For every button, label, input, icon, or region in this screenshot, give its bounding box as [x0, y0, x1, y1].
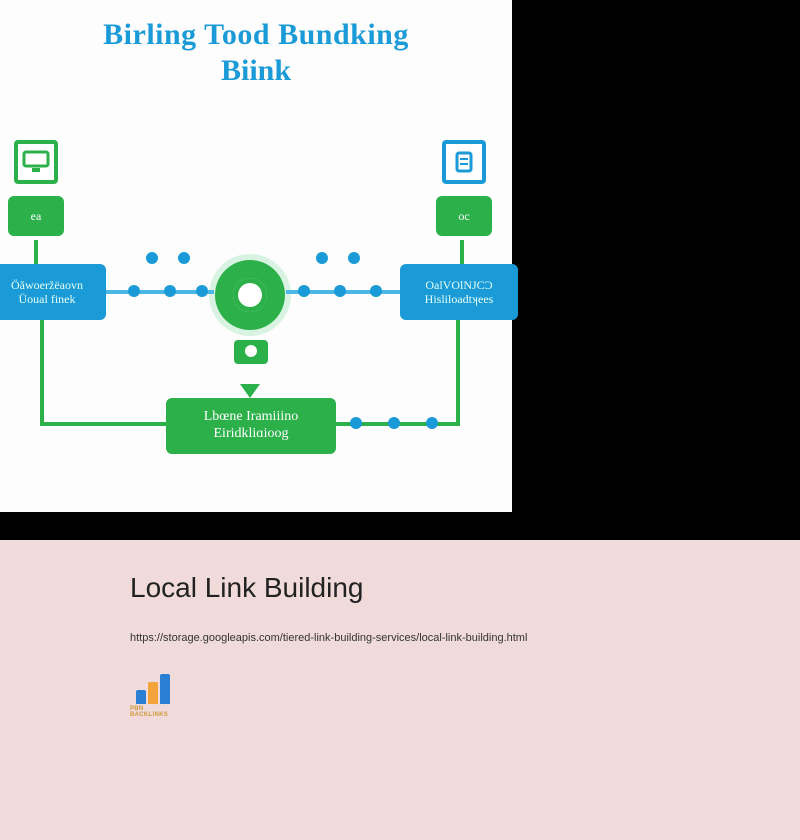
- page-title: Local Link Building: [130, 572, 800, 604]
- title-line-1: Birling Tood Bundking: [0, 18, 512, 52]
- connector: [40, 422, 166, 426]
- left-green-badge: ea: [8, 196, 64, 236]
- connector: [456, 320, 460, 424]
- gear-inner: [233, 278, 267, 312]
- left-box-line1: Öǎwoeržëaovn: [11, 278, 83, 292]
- connector: [460, 240, 464, 264]
- arrow-down-icon: [240, 384, 260, 398]
- content-panel: Local Link Building https://storage.goog…: [0, 540, 800, 840]
- gear-icon: [215, 260, 285, 330]
- logo-bar: [160, 674, 170, 704]
- bottom-green-box: Lbœne Iramiiino Eiridkliɑioog: [166, 398, 336, 454]
- screen-glyph: [22, 150, 50, 174]
- connector-dot: [370, 285, 382, 297]
- page-url: https://storage.googleapis.com/tiered-li…: [130, 632, 800, 644]
- connector-dot: [334, 285, 346, 297]
- upper-region: Birling Tood Bundking Biink ea Öǎwoeržëa…: [0, 0, 800, 540]
- camera-icon: [234, 340, 268, 364]
- right-green-badge: oc: [436, 196, 492, 236]
- bottom-box-line2: Eiridkliɑioog: [214, 426, 289, 443]
- logo-bar: [136, 690, 146, 704]
- connector-dot: [350, 417, 362, 429]
- infographic-title: Birling Tood Bundking Biink: [0, 0, 512, 88]
- connector-dot: [298, 285, 310, 297]
- infographic-image: Birling Tood Bundking Biink ea Öǎwoeržëa…: [0, 0, 512, 512]
- right-box-line1: OalVOlNJCƆ: [425, 278, 492, 292]
- connector-dot: [178, 252, 190, 264]
- connector-dot: [128, 285, 140, 297]
- connector-dot: [316, 252, 328, 264]
- left-badge-text: ea: [31, 209, 42, 223]
- left-box-line2: Üoual finek: [19, 292, 76, 306]
- diagram: ea Öǎwoeržëaovn Üoual finek oc OalVOlNJC…: [0, 140, 512, 490]
- logo-bar: [148, 682, 158, 704]
- connector-dot: [426, 417, 438, 429]
- connector: [34, 240, 38, 264]
- connector-dot: [146, 252, 158, 264]
- bottom-box-line1: Lbœne Iramiiino: [204, 409, 298, 426]
- connector-dot: [196, 285, 208, 297]
- logo-text: PBN BACKLINKS: [130, 706, 178, 718]
- right-badge-text: oc: [458, 209, 469, 223]
- title-line-2: Biink: [0, 54, 512, 88]
- connector-dot: [388, 417, 400, 429]
- logo-icon: PBN BACKLINKS: [130, 674, 178, 714]
- doc-glyph: [452, 150, 476, 174]
- connector: [40, 320, 44, 424]
- connector-dot: [348, 252, 360, 264]
- monitor-icon: [14, 140, 58, 184]
- left-blue-box: Öǎwoeržëaovn Üoual finek: [0, 264, 106, 320]
- right-box-line2: Hisliloadtʞees: [425, 292, 494, 306]
- doc-icon: [442, 140, 486, 184]
- right-blue-box: OalVOlNJCƆ Hisliloadtʞees: [400, 264, 518, 320]
- connector-dot: [164, 285, 176, 297]
